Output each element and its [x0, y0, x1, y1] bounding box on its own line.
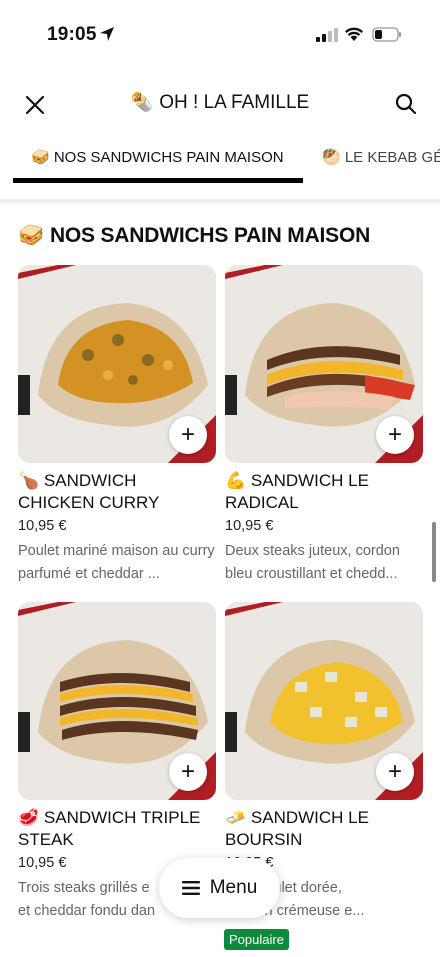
divider	[0, 199, 440, 203]
tab-le-kebab[interactable]: 🥙 LE KEBAB GÉ	[322, 148, 440, 166]
active-tab-indicator	[13, 178, 303, 183]
store-title-emoji: 🌯	[130, 92, 154, 112]
product-image[interactable]: +	[225, 265, 423, 463]
product-image[interactable]: +	[18, 602, 216, 800]
section-title: 🥪 NOS SANDWICHS PAIN MAISON	[18, 224, 370, 248]
add-to-cart-button[interactable]: +	[169, 416, 207, 454]
product-name: 💪 SANDWICH LE RADICAL	[225, 470, 423, 514]
store-title: 🌯 OH ! LA FAMILLE	[0, 92, 440, 114]
popular-badge: Populaire	[224, 929, 289, 950]
status-bar: 19:05	[0, 0, 440, 70]
battery-icon	[372, 27, 401, 42]
product-emoji: 🍗	[18, 471, 40, 490]
product-price: 10,95 €	[18, 518, 67, 534]
location-arrow-icon	[100, 27, 114, 41]
menu-button[interactable]: Menu	[159, 858, 280, 918]
cell-signal-icon	[316, 28, 338, 42]
product-name: 🥩 SANDWICH TRIPLE STEAK	[18, 807, 216, 851]
product-emoji: 🥩	[18, 808, 40, 827]
product-card[interactable]: + 💪 SANDWICH LE RADICAL 10,95 € Deux ste…	[225, 265, 423, 586]
product-name-text: SANDWICH TRIPLE STEAK	[18, 808, 201, 849]
add-to-cart-button[interactable]: +	[376, 753, 414, 791]
store-title-text: OH ! LA FAMILLE	[159, 92, 310, 113]
product-card[interactable]: + 🍗 SANDWICH CHICKEN CURRY 10,95 € Poule…	[18, 265, 216, 586]
product-price: 10,95 €	[225, 518, 274, 534]
product-description-line2: et cheddar fondu dan	[18, 903, 156, 919]
section-emoji: 🥪	[18, 224, 44, 247]
add-to-cart-button[interactable]: +	[169, 753, 207, 791]
product-image[interactable]: +	[225, 602, 423, 800]
search-icon[interactable]	[394, 92, 418, 116]
product-image[interactable]: +	[18, 265, 216, 463]
product-name: 🍗 SANDWICH CHICKEN CURRY	[18, 470, 216, 514]
product-name-text: SANDWICH LE BOURSIN	[225, 808, 369, 849]
product-name-text: SANDWICH LE RADICAL	[225, 471, 369, 512]
scrollbar[interactable]	[432, 522, 436, 582]
product-description: Poulet mariné maison au curry parfumé et…	[18, 543, 215, 582]
store-header: 🌯 OH ! LA FAMILLE	[0, 80, 440, 130]
product-emoji: 🧈	[225, 808, 247, 827]
product-description: Deux steaks juteux, cordon bleu croustil…	[225, 543, 400, 582]
hamburger-icon	[181, 881, 200, 895]
add-to-cart-button[interactable]: +	[376, 416, 414, 454]
menu-button-label: Menu	[209, 877, 258, 898]
tab-nos-sandwichs[interactable]: 🥪 NOS SANDWICHS PAIN MAISON	[31, 148, 284, 166]
product-description-line1: Trois steaks grillés e	[18, 880, 150, 896]
wifi-icon	[345, 27, 363, 41]
section-title-text: NOS SANDWICHS PAIN MAISON	[49, 224, 371, 247]
product-name: 🧈 SANDWICH LE BOURSIN	[225, 807, 423, 851]
status-time: 19:05	[47, 24, 97, 45]
product-emoji: 💪	[225, 471, 247, 490]
product-name-text: SANDWICH CHICKEN CURRY	[18, 471, 160, 512]
